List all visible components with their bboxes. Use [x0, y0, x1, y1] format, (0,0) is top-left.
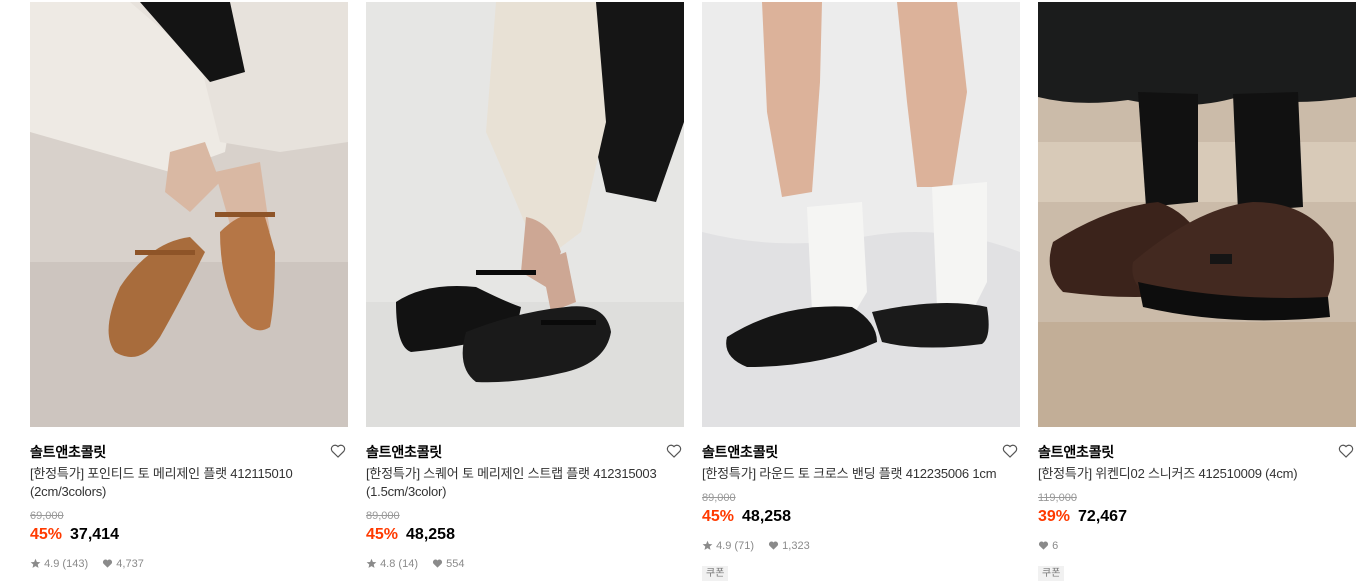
sale-price: 48,258: [742, 508, 791, 525]
brand-name[interactable]: 솔트앤초콜릿: [702, 442, 778, 462]
discount-rate: 45%: [366, 526, 399, 543]
original-price: 89,000: [366, 510, 400, 522]
price-row: 45% 37,414: [30, 526, 119, 546]
discount-rate: 45%: [702, 508, 735, 525]
price-row: 45% 48,258: [366, 526, 455, 546]
likes-count: 4,737: [116, 558, 144, 570]
brand-name[interactable]: 솔트앤초콜릿: [1038, 442, 1114, 462]
like-heart-icon[interactable]: [330, 443, 346, 459]
discount-rate: 45%: [30, 526, 63, 543]
sale-price: 48,258: [406, 526, 455, 543]
product-meta: 4.9 (71) 1,323: [702, 540, 810, 554]
brand-row: 솔트앤초콜릿: [702, 442, 1020, 460]
product-meta: 4.9 (143) 4,737: [30, 558, 144, 572]
review-count: (14): [398, 558, 418, 570]
product-card[interactable]: 솔트앤초콜릿 [한정특가] 스퀘어 토 메리제인 스트랩 플랫 41231500…: [366, 2, 684, 577]
like-heart-icon[interactable]: [666, 443, 682, 459]
coupon-badge: 쿠폰: [1038, 566, 1065, 581]
star-icon: [366, 558, 377, 572]
discount-rate: 39%: [1038, 508, 1071, 525]
brand-row: 솔트앤초콜릿: [366, 442, 684, 460]
product-title[interactable]: [한정특가] 포인티드 토 메리제인 플랫 412115010 (2cm/3co…: [30, 465, 346, 501]
rating-value: 4.9: [44, 558, 60, 570]
product-photo: [366, 2, 684, 427]
product-image[interactable]: [1038, 2, 1356, 427]
original-price: 119,000: [1038, 492, 1077, 504]
star-icon: [30, 558, 41, 572]
brand-row: 솔트앤초콜릿: [1038, 442, 1356, 460]
product-meta: 4.8 (14) 554: [366, 558, 465, 572]
review-count: (143): [62, 558, 89, 570]
original-price: 69,000: [30, 510, 64, 522]
like-heart-icon[interactable]: [1002, 443, 1018, 459]
product-card[interactable]: 솔트앤초콜릿 [한정특가] 라운드 토 크로스 밴딩 플랫 412235006 …: [702, 2, 1020, 581]
product-title[interactable]: [한정특가] 라운드 토 크로스 밴딩 플랫 412235006 1cm: [702, 465, 1018, 483]
likes-heart-icon: [768, 540, 779, 554]
rating-value: 4.9: [716, 540, 732, 552]
likes-count: 554: [446, 558, 465, 570]
original-price: 89,000: [702, 492, 736, 504]
like-heart-icon[interactable]: [1338, 443, 1354, 459]
rating-value: 4.8: [380, 558, 396, 570]
product-image[interactable]: [30, 2, 348, 427]
brand-name[interactable]: 솔트앤초콜릿: [366, 442, 442, 462]
product-photo: [30, 2, 348, 427]
product-photo: [1038, 2, 1356, 427]
brand-name[interactable]: 솔트앤초콜릿: [30, 442, 106, 462]
star-icon: [702, 540, 713, 554]
likes-count: 1,323: [782, 540, 810, 552]
product-grid: 솔트앤초콜릿 [한정특가] 포인티드 토 메리제인 플랫 412115010 (…: [30, 2, 1358, 581]
sale-price: 37,414: [70, 526, 119, 543]
brand-row: 솔트앤초콜릿: [30, 442, 348, 460]
product-image[interactable]: [702, 2, 1020, 427]
product-image[interactable]: [366, 2, 684, 427]
price-row: 39% 72,467: [1038, 508, 1127, 528]
price-row: 45% 48,258: [702, 508, 791, 528]
coupon-badge: 쿠폰: [702, 566, 729, 581]
product-card[interactable]: 솔트앤초콜릿 [한정특가] 포인티드 토 메리제인 플랫 412115010 (…: [30, 2, 348, 577]
review-count: (71): [734, 540, 754, 552]
sale-price: 72,467: [1078, 508, 1127, 525]
product-meta: 6: [1038, 540, 1058, 554]
likes-heart-icon: [432, 558, 443, 572]
likes-heart-icon: [1038, 540, 1049, 554]
likes-count: 6: [1052, 540, 1059, 552]
product-title[interactable]: [한정특가] 스퀘어 토 메리제인 스트랩 플랫 412315003 (1.5c…: [366, 465, 682, 501]
product-photo: [702, 2, 1020, 427]
product-title[interactable]: [한정특가] 위켄디02 스니커즈 412510009 (4cm): [1038, 465, 1354, 483]
product-card[interactable]: 솔트앤초콜릿 [한정특가] 위켄디02 스니커즈 412510009 (4cm)…: [1038, 2, 1356, 581]
likes-heart-icon: [102, 558, 113, 572]
